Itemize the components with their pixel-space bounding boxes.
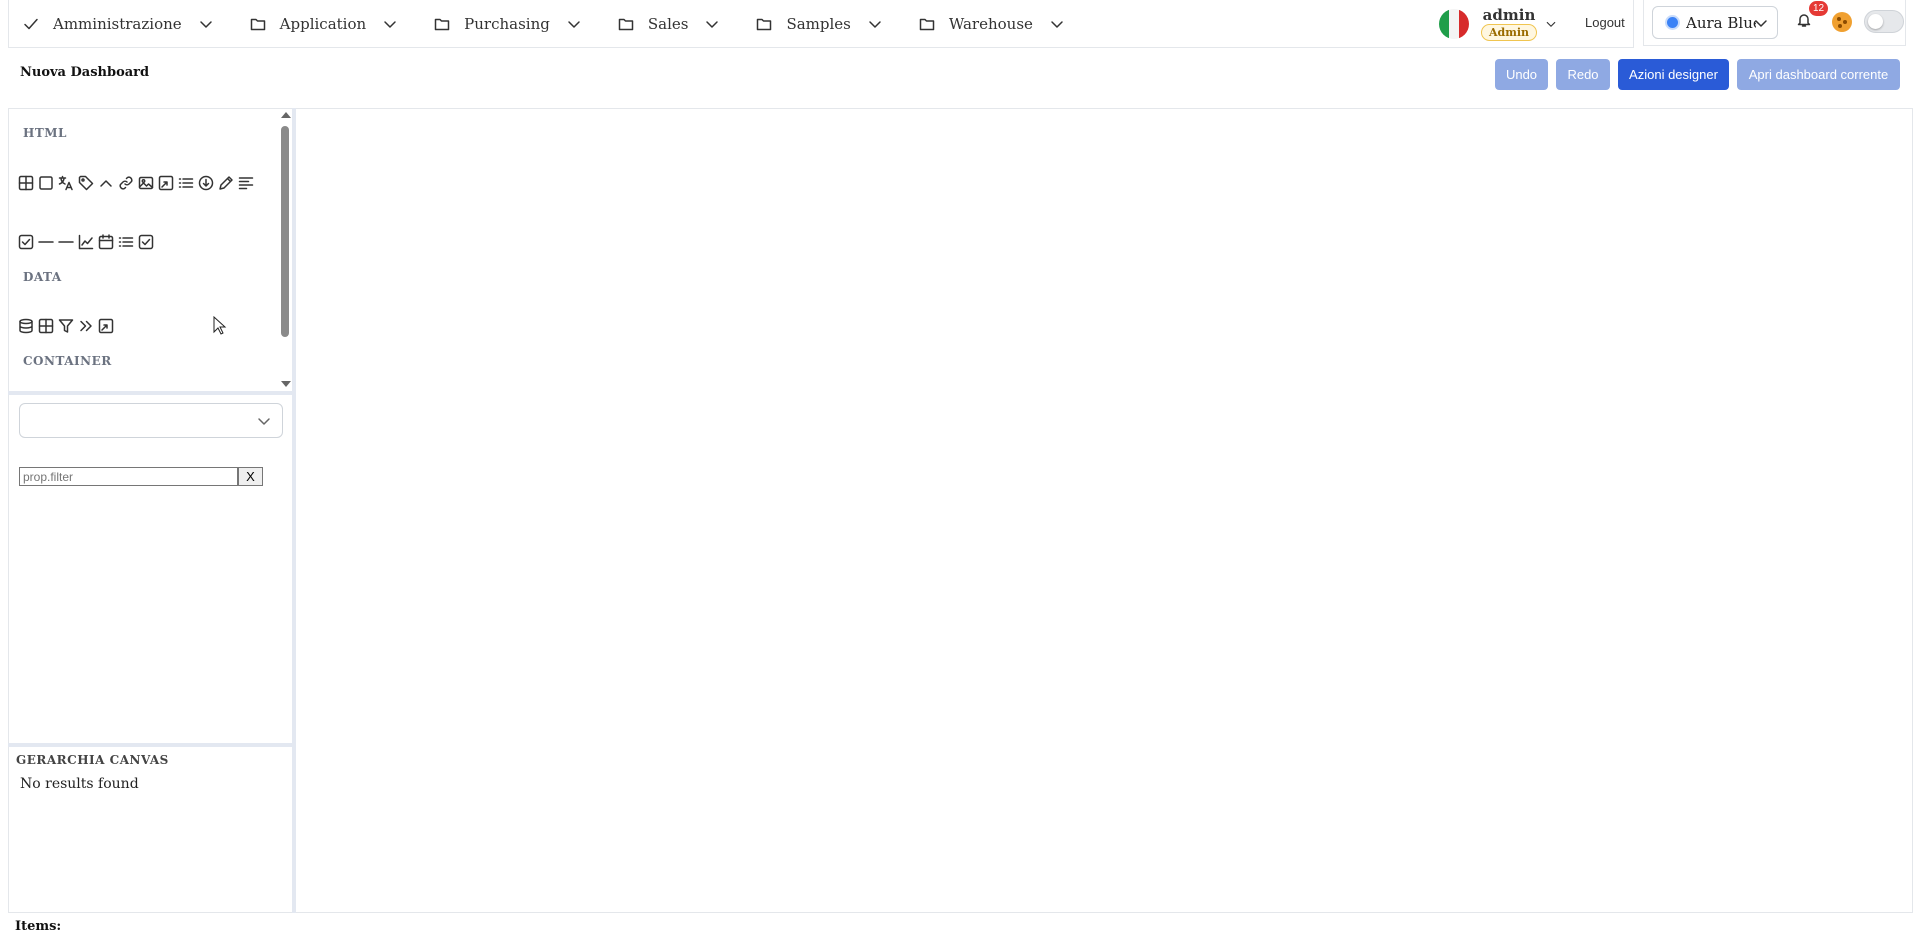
- table-icon[interactable]: [18, 175, 34, 191]
- nav-item-label: Warehouse: [948, 14, 1033, 33]
- pencil-icon[interactable]: [218, 175, 234, 191]
- nav-item-application[interactable]: Application: [236, 0, 421, 48]
- chevron-down-icon[interactable]: [704, 16, 720, 32]
- chevron-down-icon[interactable]: [382, 16, 398, 32]
- section-title-data: DATA: [23, 270, 62, 284]
- folder-icon: [757, 18, 772, 30]
- logout-link[interactable]: Logout: [1585, 15, 1625, 30]
- cookie-icon[interactable]: [1832, 12, 1852, 32]
- top-navbar: Amministrazione Application Purchasing S…: [8, 0, 1634, 48]
- image-icon[interactable]: [138, 175, 154, 191]
- hierarchy-title: GERARCHIA CANVAS: [16, 753, 169, 767]
- component-select[interactable]: [19, 403, 283, 438]
- chevrons-right-icon[interactable]: [78, 318, 94, 334]
- html-icons-row-2: [18, 234, 158, 250]
- nav-item-label: Samples: [786, 14, 851, 33]
- canvas-hierarchy-panel: GERARCHIA CANVAS No results found: [8, 747, 292, 913]
- html-icons-row-1: [18, 175, 258, 191]
- external-link-icon[interactable]: [158, 175, 174, 191]
- theme-panel: Aura Blue 12: [1643, 0, 1906, 46]
- square-icon[interactable]: [38, 175, 54, 191]
- chevron-down-icon: [1755, 20, 1767, 27]
- toolbox-scrollbar[interactable]: [280, 108, 292, 391]
- chevron-down-icon: [258, 418, 270, 425]
- items-label: Items:: [15, 919, 62, 934]
- scroll-up-arrow[interactable]: [281, 112, 291, 118]
- translate-icon[interactable]: [58, 175, 74, 191]
- bell-icon[interactable]: [1796, 12, 1812, 28]
- database-icon[interactable]: [18, 318, 34, 334]
- clear-filter-button[interactable]: X: [238, 467, 263, 486]
- table-icon[interactable]: [38, 318, 54, 334]
- scroll-down-arrow[interactable]: [281, 381, 291, 387]
- list-icon[interactable]: [178, 175, 194, 191]
- chevron-down-icon[interactable]: [566, 16, 582, 32]
- chevron-down-icon[interactable]: [1049, 16, 1065, 32]
- user-menu[interactable]: admin Admin: [1439, 0, 1557, 48]
- list-icon[interactable]: [118, 234, 134, 250]
- role-badge: Admin: [1481, 24, 1538, 41]
- data-icons-row: [18, 318, 118, 334]
- folder-icon: [618, 18, 634, 30]
- nav-item-warehouse[interactable]: Warehouse: [905, 0, 1087, 48]
- checkbox-icon[interactable]: [18, 234, 34, 250]
- designer-actions-button[interactable]: Azioni designer: [1618, 59, 1729, 90]
- property-filter-input[interactable]: [19, 467, 238, 486]
- notification-count-badge: 12: [1809, 1, 1829, 16]
- nav-item-samples[interactable]: Samples: [742, 0, 904, 48]
- theme-select-value: Aura Blue: [1686, 13, 1756, 32]
- user-info: admin Admin: [1481, 6, 1538, 41]
- tag-icon[interactable]: [78, 175, 94, 191]
- section-title-html: HTML: [23, 126, 67, 140]
- nav-item-label: Sales: [647, 14, 689, 33]
- chart-line-icon[interactable]: [78, 234, 94, 250]
- properties-panel: X: [8, 395, 292, 743]
- open-current-dashboard-button[interactable]: Apri dashboard corrente: [1737, 59, 1900, 90]
- external-link-icon[interactable]: [98, 318, 114, 334]
- page-title: Nuova Dashboard: [20, 65, 150, 80]
- nav-item-label: Amministrazione: [53, 14, 182, 33]
- download-circle-icon[interactable]: [198, 175, 214, 191]
- section-title-container: CONTAINER: [23, 354, 112, 368]
- nav-item-sales[interactable]: Sales: [604, 0, 743, 48]
- chevron-down-icon[interactable]: [1545, 18, 1557, 30]
- toggle-knob: [1868, 14, 1883, 29]
- folder-icon: [919, 18, 935, 30]
- folder-icon: [250, 18, 265, 30]
- minus-icon[interactable]: [58, 234, 74, 250]
- scrollbar-thumb[interactable]: [281, 126, 289, 337]
- align-left-icon[interactable]: [238, 175, 254, 191]
- link-icon[interactable]: [118, 175, 134, 191]
- undo-button[interactable]: Undo: [1495, 59, 1548, 90]
- dashboard-canvas[interactable]: [296, 108, 1913, 913]
- nav-item-purchasing[interactable]: Purchasing: [420, 0, 604, 48]
- user-name: admin: [1482, 6, 1536, 24]
- checkbox-icon[interactable]: [138, 234, 154, 250]
- filter-icon[interactable]: [58, 318, 74, 334]
- italy-flag-icon[interactable]: [1439, 9, 1469, 39]
- chevron-up-icon[interactable]: [98, 175, 114, 191]
- theme-color-dot: [1665, 15, 1680, 30]
- folder-icon: [434, 18, 450, 30]
- redo-button[interactable]: Redo: [1556, 59, 1610, 90]
- mouse-cursor-icon: [213, 316, 227, 335]
- hierarchy-empty-text: No results found: [20, 776, 139, 792]
- check-icon: [24, 18, 38, 29]
- nav-item-amministrazione[interactable]: Amministrazione: [9, 0, 236, 48]
- theme-select[interactable]: Aura Blue: [1652, 6, 1778, 39]
- component-toolbox: HTML DATA CONTAINER: [8, 108, 292, 391]
- calendar-icon[interactable]: [98, 234, 114, 250]
- minus-icon[interactable]: [38, 234, 54, 250]
- nav-item-label: Application: [279, 14, 367, 33]
- nav-item-label: Purchasing: [464, 14, 550, 33]
- chevron-down-icon[interactable]: [867, 16, 883, 32]
- chevron-down-icon[interactable]: [198, 16, 214, 32]
- dark-mode-toggle[interactable]: [1864, 10, 1904, 33]
